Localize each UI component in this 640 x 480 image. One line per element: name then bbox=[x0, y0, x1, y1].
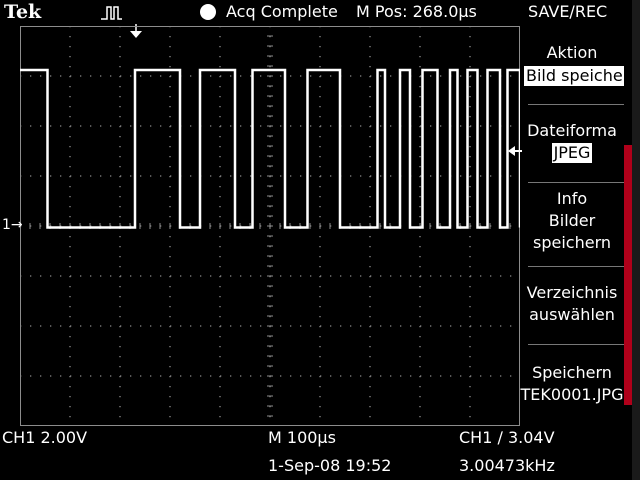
menu-divider bbox=[528, 104, 624, 105]
ch1-waveform-trace bbox=[20, 68, 520, 229]
top-status-bar: Tek Acq Complete M Pos: 268.0µs SAVE/REC bbox=[0, 0, 640, 26]
menu-divider bbox=[528, 344, 624, 345]
menu-title: SAVE/REC bbox=[528, 2, 608, 21]
menu-info-button[interactable]: Info Bilder speichern bbox=[520, 188, 624, 254]
bottom-status-bar: CH1 2.00V M 100µs CH1 ∕ 3.04V 1-Sep-08 1… bbox=[0, 426, 640, 480]
trigger-status-icon bbox=[101, 6, 122, 20]
screen-edge-grey bbox=[632, 0, 640, 480]
menu-info-line3: speichern bbox=[533, 233, 611, 252]
graticule bbox=[20, 26, 520, 426]
save-recall-menu: Aktion Bild speicher Dateiforma JPEG Inf… bbox=[520, 26, 628, 430]
menu-action-value[interactable]: Bild speicher bbox=[524, 66, 628, 86]
menu-divider bbox=[528, 266, 624, 267]
main-position-readout: M Pos: 268.0µs bbox=[356, 2, 477, 21]
menu-save-line1: Speichern bbox=[532, 363, 612, 382]
run-status-icon bbox=[200, 4, 216, 20]
ch1-ground-marker[interactable]: 1→ bbox=[2, 217, 23, 233]
oscilloscope-screen: Tek Acq Complete M Pos: 268.0µs SAVE/REC… bbox=[0, 0, 640, 480]
menu-folder-line1: Verzeichnis bbox=[526, 283, 618, 302]
timebase-readout: M 100µs bbox=[268, 428, 336, 447]
menu-info-line1: Info bbox=[556, 189, 588, 208]
frequency-readout: 3.00473kHz bbox=[459, 456, 555, 475]
ch1-scale-readout: CH1 2.00V bbox=[2, 428, 88, 447]
menu-file-format-label: Dateiforma bbox=[527, 121, 617, 140]
menu-divider bbox=[528, 182, 624, 183]
menu-save-button[interactable]: Speichern TEK0001.JPG bbox=[520, 362, 624, 406]
menu-folder-line2: auswählen bbox=[529, 305, 615, 324]
waveform-display bbox=[20, 26, 520, 426]
menu-info-line2: Bilder bbox=[548, 211, 596, 230]
menu-action-label: Aktion bbox=[546, 43, 598, 62]
menu-file-format[interactable]: Dateiforma JPEG bbox=[520, 120, 624, 164]
brand-logo: Tek bbox=[4, 1, 42, 23]
trigger-readout: CH1 ∕ 3.04V bbox=[459, 428, 555, 447]
acquisition-status: Acq Complete bbox=[226, 2, 338, 21]
menu-file-format-value: JPEG bbox=[551, 143, 593, 163]
menu-select-folder-button[interactable]: Verzeichnis auswählen bbox=[520, 282, 624, 326]
menu-save-filename: TEK0001.JPG bbox=[520, 385, 624, 404]
screen-edge-red bbox=[624, 145, 632, 405]
date-time-readout: 1-Sep-08 19:52 bbox=[268, 456, 392, 475]
menu-action[interactable]: Aktion bbox=[520, 42, 624, 64]
